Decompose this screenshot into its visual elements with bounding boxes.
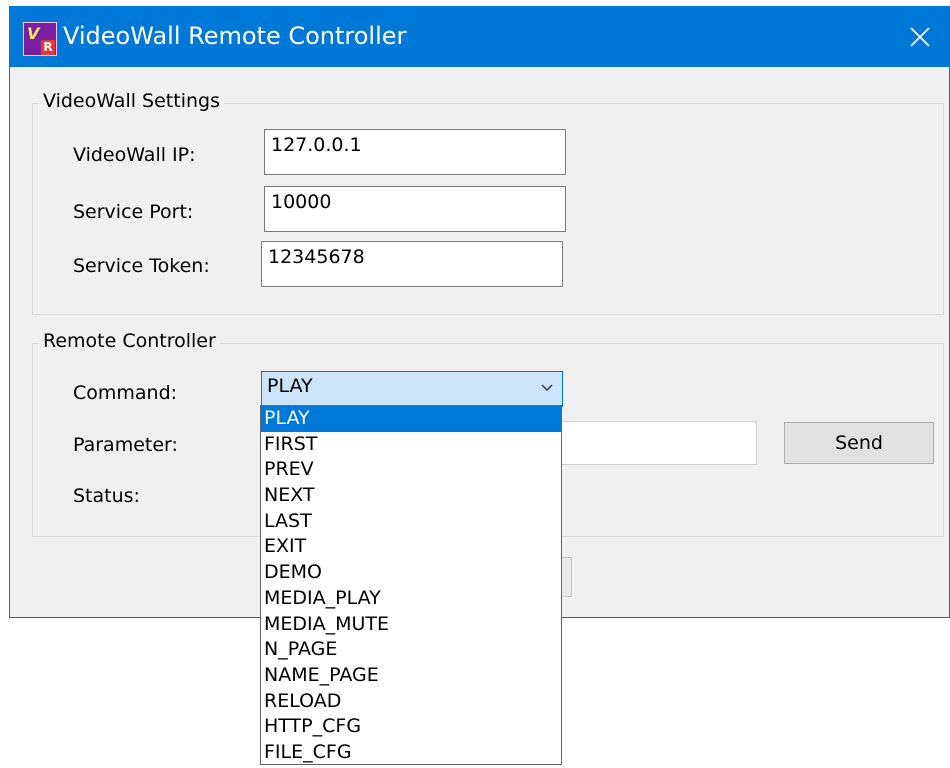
service-port-input[interactable]: 10000 xyxy=(264,186,566,232)
command-selected-value: PLAY xyxy=(267,375,313,397)
dropdown-option-last[interactable]: LAST xyxy=(261,509,561,535)
dropdown-option-play[interactable]: PLAY xyxy=(261,406,561,432)
videowall-ip-input[interactable]: 127.0.0.1 xyxy=(264,129,566,175)
videowall-ip-label: VideoWall IP: xyxy=(73,144,196,166)
service-token-label: Service Token: xyxy=(73,255,210,277)
service-token-input[interactable]: 12345678 xyxy=(261,241,563,287)
dropdown-option-first[interactable]: FIRST xyxy=(261,432,561,458)
title-bar[interactable]: V R VideoWall Remote Controller xyxy=(10,7,949,67)
dropdown-option-next[interactable]: NEXT xyxy=(261,483,561,509)
close-icon xyxy=(910,27,930,47)
dropdown-option-name-page[interactable]: NAME_PAGE xyxy=(261,663,561,689)
status-label: Status: xyxy=(73,485,140,507)
dropdown-option-reload[interactable]: RELOAD xyxy=(261,689,561,715)
dropdown-option-demo[interactable]: DEMO xyxy=(261,560,561,586)
command-label: Command: xyxy=(73,382,178,404)
chevron-down-icon xyxy=(540,377,554,404)
dropdown-option-media-mute[interactable]: MEDIA_MUTE xyxy=(261,612,561,638)
send-button-label: Send xyxy=(835,432,883,454)
dropdown-option-exit[interactable]: EXIT xyxy=(261,534,561,560)
dropdown-option-file-cfg[interactable]: FILE_CFG xyxy=(261,740,561,766)
dropdown-option-prev[interactable]: PREV xyxy=(261,457,561,483)
videowall-settings-legend: VideoWall Settings xyxy=(39,89,224,113)
dropdown-option-http-cfg[interactable]: HTTP_CFG xyxy=(261,714,561,740)
close-button[interactable] xyxy=(891,7,949,67)
command-combobox[interactable]: PLAY xyxy=(261,371,563,407)
dropdown-option-media-play[interactable]: MEDIA_PLAY xyxy=(261,586,561,612)
service-port-label: Service Port: xyxy=(73,201,194,223)
command-dropdown-list[interactable]: PLAY FIRST PREV NEXT LAST EXIT DEMO MEDI… xyxy=(260,405,562,765)
send-button[interactable]: Send xyxy=(784,422,934,464)
parameter-label: Parameter: xyxy=(73,434,178,456)
remote-controller-legend: Remote Controller xyxy=(39,329,220,353)
window-title: VideoWall Remote Controller xyxy=(63,22,407,50)
app-icon: V R xyxy=(23,22,57,56)
dropdown-option-n-page[interactable]: N_PAGE xyxy=(261,637,561,663)
